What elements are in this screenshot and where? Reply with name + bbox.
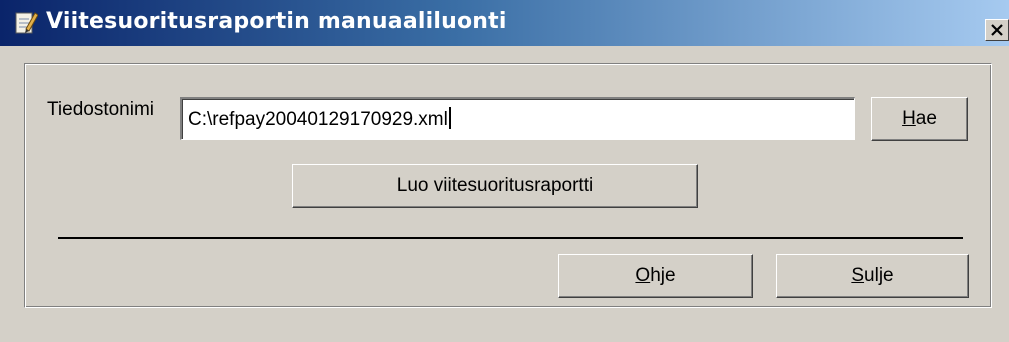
close-button[interactable]: Sulje <box>776 254 969 298</box>
browse-button-mnemonic: H <box>902 108 916 129</box>
help-button-mnemonic: O <box>635 265 651 286</box>
title-bar[interactable]: Viitesuoritusraportin manuaaliluonti <box>0 0 1009 46</box>
close-icon <box>991 24 1003 36</box>
help-button-label: hje <box>650 265 676 286</box>
create-report-button[interactable]: Luo viitesuoritusraportti <box>292 164 698 208</box>
create-report-button-label: Luo viitesuoritusraportti <box>396 175 594 196</box>
text-caret <box>448 107 451 129</box>
filename-label: Tiedostonimi <box>47 99 155 120</box>
help-button[interactable]: Ohje <box>558 254 753 298</box>
filename-value: C:\refpay20040129170929.xml <box>188 109 448 130</box>
dialog-window: Viitesuoritusraportin manuaaliluonti Tie… <box>0 0 1009 342</box>
browse-button[interactable]: Hae <box>871 97 968 141</box>
browse-button-label: ae <box>915 108 937 129</box>
filename-input[interactable]: C:\refpay20040129170929.xml <box>180 97 855 140</box>
window-title: Viitesuoritusraportin manuaaliluonti <box>46 9 507 34</box>
separator-line <box>58 237 963 239</box>
close-window-button[interactable] <box>985 19 1009 41</box>
close-button-label: ulje <box>864 265 894 286</box>
close-button-mnemonic: S <box>851 265 865 286</box>
notepad-pencil-icon <box>14 9 39 35</box>
